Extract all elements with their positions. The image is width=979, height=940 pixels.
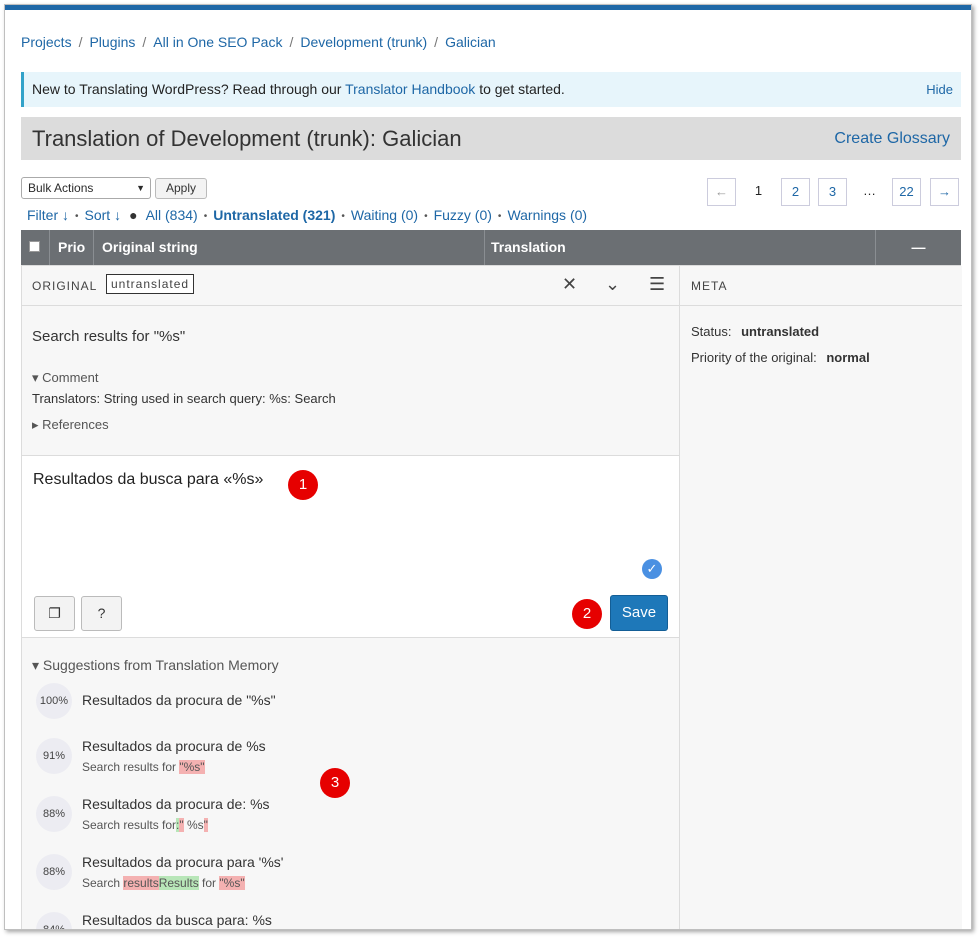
diff-removed: results <box>123 876 159 890</box>
bulk-actions-value: Bulk Actions <box>28 181 94 195</box>
suggestion-text: Resultados da busca para: %s <box>82 912 272 928</box>
column-actions: — <box>911 239 926 255</box>
table-header: Prio Original string Translation — <box>21 230 961 265</box>
suggestion-text: Resultados da procura de: %s <box>82 796 270 812</box>
bulk-actions-select[interactable]: Bulk Actions ▼ <box>21 177 151 199</box>
sort-toggle[interactable]: Sort ↓ <box>85 207 122 223</box>
hide-notice-link[interactable]: Hide <box>926 72 953 107</box>
filter-warnings[interactable]: Warnings (0) <box>507 207 587 223</box>
translation-value: Resultados da busca para «%s» <box>33 471 264 488</box>
filter-waiting[interactable]: Waiting (0) <box>351 207 418 223</box>
diff-removed: " <box>203 818 208 832</box>
page-2[interactable]: 2 <box>781 178 810 206</box>
chevron-down-icon[interactable]: ⌄ <box>605 274 620 295</box>
suggestion-text: Resultados da procura de "%s" <box>82 692 276 708</box>
filter-all[interactable]: All (834) <box>146 207 198 223</box>
next-page-button[interactable]: → <box>930 178 959 206</box>
meta-panel: META Status: untranslated Priority of th… <box>680 266 962 929</box>
breadcrumb-plugins[interactable]: Plugins <box>89 34 135 50</box>
meta-panel-header: META <box>680 266 962 306</box>
diff-same: Search results for <box>82 818 177 832</box>
match-score: 91% <box>36 738 72 774</box>
diff-same: Search results for <box>82 760 180 774</box>
meta-status-label: Status: <box>691 324 732 339</box>
match-score: 84% <box>36 912 72 929</box>
chevron-down-icon: ▼ <box>136 183 145 193</box>
diff-same: Search <box>82 876 124 890</box>
breadcrumb: Projects / Plugins / All in One SEO Pack / Dev… <box>21 34 496 50</box>
column-translation: Translation <box>485 230 876 265</box>
pagination-ellipsis: … <box>855 178 884 206</box>
page-22[interactable]: 22 <box>892 178 921 206</box>
match-score: 88% <box>36 854 72 890</box>
page-3[interactable]: 3 <box>818 178 847 206</box>
diff-same: %s <box>183 818 204 832</box>
prev-page-button[interactable]: ← <box>707 178 736 206</box>
handbook-notice: New to Translating WordPress? Read throu… <box>21 72 961 107</box>
page-title: Translation of Development (trunk): Gali… <box>32 126 462 151</box>
filter-untranslated[interactable]: Untranslated (321) <box>213 207 335 223</box>
suggestion-diff: Search resultsResults for "%s" <box>82 876 245 890</box>
translation-textarea[interactable]: Resultados da busca para «%s» 1 ✓ ❐ ? 2 … <box>22 455 679 638</box>
check-icon: ✓ <box>642 559 662 579</box>
meta-priority-value: normal <box>826 350 870 365</box>
copy-original-button[interactable]: ❐ <box>34 596 75 631</box>
close-icon[interactable]: ✕ <box>562 274 577 295</box>
diff-removed: "%s" <box>179 760 205 774</box>
menu-icon[interactable]: ☰ <box>649 274 665 295</box>
copy-icon: ❐ <box>48 605 61 621</box>
top-accent-bar <box>5 5 971 10</box>
app-window: Projects / Plugins / All in One SEO Pack / Dev… <box>4 4 972 930</box>
breadcrumb-branch[interactable]: Development (trunk) <box>300 34 427 50</box>
create-glossary-link[interactable]: Create Glossary <box>834 117 950 160</box>
editor-main-panel: ORIGINAL untranslated ✕ ⌄ ☰ Search resul… <box>22 266 680 929</box>
filter-fuzzy[interactable]: Fuzzy (0) <box>434 207 492 223</box>
title-bar: Translation of Development (trunk): Gali… <box>21 117 961 160</box>
suggestion-text: Resultados da procura de %s <box>82 738 266 754</box>
status-badge: untranslated <box>106 274 195 294</box>
meta-status: Status: untranslated <box>691 324 819 339</box>
references-toggle[interactable]: ▸ References <box>32 417 109 433</box>
breadcrumb-plugin[interactable]: All in One SEO Pack <box>153 34 282 50</box>
translator-comment: Translators: String used in search query… <box>32 391 336 406</box>
original-string: Search results for "%s" <box>32 328 186 345</box>
comment-toggle[interactable]: ▾ Comment <box>32 370 99 386</box>
select-all-checkbox[interactable] <box>29 241 40 252</box>
select-all-cell <box>21 230 50 265</box>
original-label: ORIGINAL <box>32 279 98 293</box>
suggestion-diff: Search results for "%s" <box>82 760 205 774</box>
diff-same: for <box>198 876 220 890</box>
breadcrumb-projects[interactable]: Projects <box>21 34 72 50</box>
annotation-marker-1: 1 <box>288 470 318 500</box>
meta-status-value: untranslated <box>741 324 820 339</box>
meta-priority-label: Priority of the original: <box>691 350 817 365</box>
notice-suffix: to get started. <box>475 81 565 97</box>
column-original: Original string <box>94 230 485 265</box>
page-1: 1 <box>744 178 773 206</box>
handbook-link[interactable]: Translator Handbook <box>345 81 475 97</box>
apply-button[interactable]: Apply <box>155 178 207 199</box>
meta-heading: META <box>691 279 728 293</box>
breadcrumb-locale[interactable]: Galician <box>445 34 496 50</box>
match-score: 88% <box>36 796 72 832</box>
diff-removed: "%s" <box>219 876 245 890</box>
diff-added: Results <box>158 876 199 890</box>
help-icon: ? <box>97 605 106 621</box>
help-button[interactable]: ? <box>81 596 122 631</box>
match-score: 100% <box>36 683 72 719</box>
suggestions-toggle[interactable]: ▾ Suggestions from Translation Memory <box>32 657 279 674</box>
save-button[interactable]: Save <box>610 595 668 631</box>
suggestion-diff: Search results for:" %s" <box>82 818 208 832</box>
notice-prefix: New to Translating WordPress? Read throu… <box>32 81 346 97</box>
annotation-marker-3: 3 <box>320 768 350 798</box>
translation-editor: ORIGINAL untranslated ✕ ⌄ ☰ Search resul… <box>21 265 962 929</box>
suggestion-text: Resultados da procura para '%s' <box>82 854 284 870</box>
annotation-marker-2: 2 <box>572 599 602 629</box>
filter-toggle[interactable]: Filter ↓ <box>27 207 69 223</box>
editor-panel-header: ORIGINAL untranslated ✕ ⌄ ☰ <box>22 266 679 306</box>
column-prio: Prio <box>50 230 94 265</box>
filter-bar: Filter ↓ • Sort ↓ ● All (834) • Untranslated (… <box>27 207 588 223</box>
meta-priority: Priority of the original: normal <box>691 350 870 365</box>
